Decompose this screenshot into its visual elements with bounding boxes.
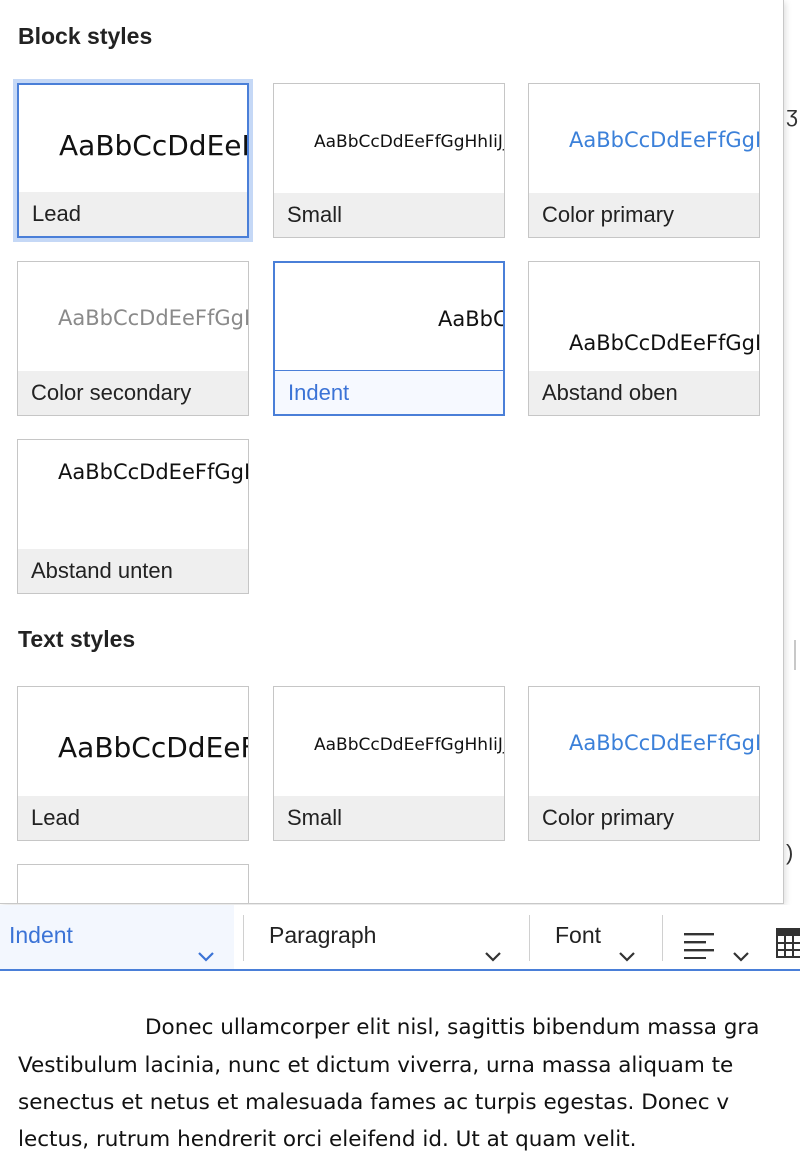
block-style-abstand-oben[interactable]: AaBbCcDdEeFfGgHhIiJj Abstand oben	[528, 261, 760, 416]
style-label: Abstand unten	[18, 549, 248, 593]
style-preview: AaBbCcDdEeFfGgHhIiJj	[58, 460, 248, 484]
style-preview: AaBbCcDdEeFfGgHhIiJj	[58, 306, 248, 330]
text-styles-heading: Text styles	[18, 626, 136, 652]
align-left-icon	[684, 921, 716, 981]
style-preview: AaBbCcDdEeFfGgHhIiJj	[569, 331, 759, 355]
chevron-down-icon	[618, 927, 636, 987]
block-format-dropdown[interactable]: Paragraph	[252, 905, 518, 969]
toolbar-separator	[662, 915, 663, 961]
document-line: Vestibulum lacinia, nunc et dictum viver…	[18, 1053, 734, 1078]
style-label: Small	[274, 796, 504, 840]
block-style-indent[interactable]: AaBbCcDdEeFfGgHhIiJj Indent	[273, 261, 505, 416]
style-label: Small	[274, 193, 504, 237]
block-style-color-secondary[interactable]: AaBbCcDdEeFfGgHhIiJj Color secondary	[17, 261, 249, 416]
chevron-down-icon	[197, 927, 215, 987]
style-label: Lead	[19, 192, 247, 236]
text-style-color-primary[interactable]: AaBbCcDdEeFfGgHhIiJj Color primary	[528, 686, 760, 841]
style-label: Indent	[275, 370, 503, 414]
block-style-lead[interactable]: AaBbCcDdEeFfGgHhIiJj Lead	[17, 83, 249, 238]
styles-dropdown-panel: Block styles AaBbCcDdEeFfGgHhIiJj Lead A…	[0, 0, 784, 904]
toolbar-separator	[529, 915, 530, 961]
style-label: Color secondary	[18, 371, 248, 415]
style-preview: AaBbCcDdEeFfGgHhIiJj	[59, 129, 247, 162]
background-link-icon: ʒ	[786, 102, 798, 127]
block-styles-heading: Block styles	[18, 23, 153, 49]
chevron-down-icon	[484, 927, 502, 987]
style-preview: AaBbCcDdEeFfGgHhIiJj	[58, 731, 248, 764]
style-preview: AaBbCcDdEeFfGgHhIiJj	[438, 307, 503, 331]
background-divider	[794, 640, 796, 670]
styles-dropdown[interactable]: Indent	[0, 905, 234, 969]
block-style-small[interactable]: AaBbCcDdEeFfGgHhIiJj Small	[273, 83, 505, 238]
font-dropdown-label: Font	[555, 922, 602, 948]
style-preview: AaBbCcDdEeFfGgHhIiJj	[569, 128, 759, 152]
background-bracket-icon: )	[786, 840, 794, 865]
toolbar-separator	[243, 915, 244, 961]
document-line: senectus et netus et malesuada fames ac …	[18, 1090, 730, 1115]
styles-dropdown-value: Indent	[9, 922, 73, 948]
document-line: Donec ullamcorper elit nisl, sagittis bi…	[145, 1015, 760, 1040]
style-preview: AaBbCcDdEeFfGgHhIiJj	[314, 735, 504, 755]
align-dropdown[interactable]	[672, 905, 762, 969]
style-label: Abstand oben	[529, 371, 759, 415]
block-style-abstand-unten[interactable]: AaBbCcDdEeFfGgHhIiJj Abstand unten	[17, 439, 249, 594]
style-preview: AaBbCcDdEeFfGgHhIiJj	[569, 731, 759, 755]
insert-table-button[interactable]	[772, 905, 800, 969]
document-line: lectus, rutrum hendrerit orci eleifend i…	[18, 1127, 637, 1152]
text-style-next-partial[interactable]	[17, 864, 249, 903]
editor-stage: ʒ ) Block styles AaBbCcDdEeFfGgHhIiJj Le…	[0, 0, 800, 1173]
style-label: Lead	[18, 796, 248, 840]
style-preview: AaBbCcDdEeFfGgHhIiJj	[314, 132, 504, 152]
text-style-small[interactable]: AaBbCcDdEeFfGgHhIiJj Small	[273, 686, 505, 841]
editor-toolbar: Indent Paragraph Font	[0, 905, 800, 971]
chevron-down-icon	[732, 927, 750, 987]
text-style-lead[interactable]: AaBbCcDdEeFfGgHhIiJj Lead	[17, 686, 249, 841]
font-dropdown[interactable]: Font	[540, 905, 655, 969]
table-icon	[776, 920, 800, 980]
block-style-color-primary[interactable]: AaBbCcDdEeFfGgHhIiJj Color primary	[528, 83, 760, 238]
style-label: Color primary	[529, 796, 759, 840]
style-label: Color primary	[529, 193, 759, 237]
block-format-value: Paragraph	[269, 922, 377, 948]
